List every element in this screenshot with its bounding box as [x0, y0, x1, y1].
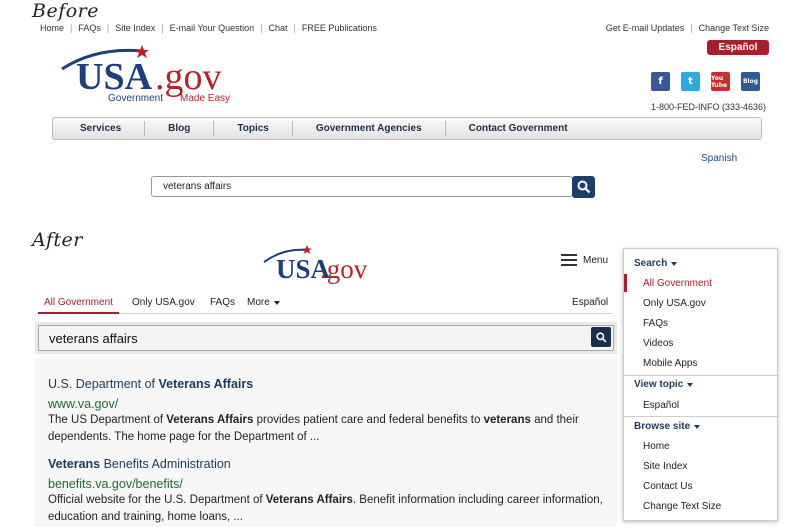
dropdown-item-contact-us[interactable]: Contact Us — [643, 481, 692, 492]
after-label: After — [32, 229, 83, 251]
phone-number: 1-800-FED-INFO (333-4636) — [650, 102, 766, 112]
dropdown-item-espanol[interactable]: Español — [643, 400, 679, 411]
top-link-faqs[interactable]: FAQs — [78, 23, 101, 33]
result-item: U.S. Department of Veterans Affairs www.… — [48, 377, 608, 446]
chevron-down-icon — [671, 261, 678, 266]
logo-usa-text: USA — [76, 56, 153, 98]
result-description: Official website for the U.S. Department… — [48, 494, 603, 523]
facebook-icon[interactable]: f — [651, 72, 670, 91]
dropdown-item-change-text-size[interactable]: Change Text Size — [643, 501, 721, 512]
result-url[interactable]: www.va.gov/ — [48, 397, 608, 411]
logo-gov-text: .gov — [320, 254, 368, 284]
top-links: Home | FAQs | Site Index | E-mail Your Ques… — [40, 23, 377, 33]
utility-links: Get E-mail Updates | Change Text Size — [605, 23, 769, 33]
top-link-home[interactable]: Home — [40, 23, 64, 33]
menu-label: Menu — [583, 254, 609, 266]
dropdown-item-mobile-apps[interactable]: Mobile Apps — [643, 358, 697, 369]
chevron-down-icon — [273, 300, 280, 305]
search-input-new[interactable]: veterans affairs — [38, 325, 614, 351]
chevron-down-icon — [687, 382, 694, 387]
nav-topics[interactable]: Topics — [214, 121, 293, 136]
dropdown-item-only-usa-gov[interactable]: Only USA.gov — [643, 298, 706, 309]
menu-dropdown: Search All Government Only USA.gov FAQs … — [623, 248, 779, 521]
main-nav: Services Blog Topics Government Agencies… — [52, 117, 762, 140]
top-link-free-publications[interactable]: FREE Publications — [302, 23, 377, 33]
tab-all-government[interactable]: All Government — [38, 297, 119, 314]
dropdown-divider — [624, 416, 779, 417]
usa-gov-logo-new[interactable]: USA .gov — [262, 244, 372, 286]
dropdown-item-faqs[interactable]: FAQs — [643, 318, 668, 329]
search-button[interactable] — [572, 176, 595, 198]
result-title[interactable]: Veterans Benefits Administration — [48, 457, 608, 471]
blog-icon[interactable]: Blog — [741, 72, 760, 91]
logo-gov-text: .gov — [155, 56, 222, 98]
dropdown-item-home[interactable]: Home — [643, 441, 670, 452]
dropdown-item-site-index[interactable]: Site Index — [643, 461, 687, 472]
top-link-site-index[interactable]: Site Index — [115, 23, 155, 33]
result-url[interactable]: benefits.va.gov/benefits/ — [48, 477, 608, 491]
search-icon — [595, 331, 606, 342]
dropdown-item-all-government[interactable]: All Government — [643, 278, 712, 289]
nav-government-agencies[interactable]: Government Agencies — [293, 121, 446, 136]
nav-contact-government[interactable]: Contact Government — [446, 121, 591, 136]
active-indicator — [624, 274, 627, 292]
result-description: The US Department of Veterans Affairs pr… — [48, 414, 579, 443]
dropdown-item-videos[interactable]: Videos — [643, 338, 673, 349]
dropdown-search-heading[interactable]: Search — [634, 258, 678, 269]
social-icons: f t You Tube Blog — [651, 72, 760, 91]
espanol-button[interactable]: Español — [707, 40, 769, 55]
nav-blog[interactable]: Blog — [145, 121, 215, 136]
search-bar: veterans affairs — [35, 322, 617, 354]
change-text-size-link[interactable]: Change Text Size — [699, 23, 769, 33]
search-results: U.S. Department of Veterans Affairs www.… — [35, 359, 617, 527]
twitter-icon[interactable]: t — [681, 72, 700, 91]
dropdown-browse-site-heading[interactable]: Browse site — [634, 421, 701, 432]
espanol-link[interactable]: Español — [572, 297, 608, 308]
search-button-new[interactable] — [591, 327, 611, 347]
menu-button[interactable]: Menu — [561, 254, 608, 266]
tab-more-label: More — [247, 297, 270, 308]
hamburger-icon — [561, 254, 577, 266]
search-input[interactable]: veterans affairs — [151, 176, 573, 197]
spanish-link[interactable]: Spanish — [701, 153, 737, 164]
dropdown-view-topic-heading[interactable]: View topic — [634, 379, 694, 390]
logo-tagline-made-easy: Made Easy — [180, 93, 230, 104]
result-item: Veterans Benefits Administration benefit… — [48, 457, 608, 526]
youtube-icon[interactable]: You Tube — [711, 72, 730, 91]
result-title[interactable]: U.S. Department of Veterans Affairs — [48, 377, 608, 391]
dropdown-divider — [624, 375, 779, 376]
search-icon — [577, 180, 590, 194]
chevron-down-icon — [694, 424, 701, 429]
search-scope-tabs: All Government Only USA.gov FAQs More — [38, 295, 612, 314]
logo-star-icon — [302, 245, 312, 254]
nav-services[interactable]: Services — [53, 121, 146, 136]
top-link-email-question[interactable]: E-mail Your Question — [170, 23, 255, 33]
tab-only-usa-gov[interactable]: Only USA.gov — [132, 297, 195, 308]
email-updates-link[interactable]: Get E-mail Updates — [606, 23, 685, 33]
tab-faqs[interactable]: FAQs — [210, 297, 235, 308]
tab-more[interactable]: More — [247, 297, 280, 308]
logo-tagline-government: Government — [108, 93, 163, 104]
top-link-chat[interactable]: Chat — [268, 23, 287, 33]
before-label: Before — [32, 0, 100, 22]
usa-gov-logo[interactable]: USA .gov Government Made Easy — [56, 43, 256, 105]
